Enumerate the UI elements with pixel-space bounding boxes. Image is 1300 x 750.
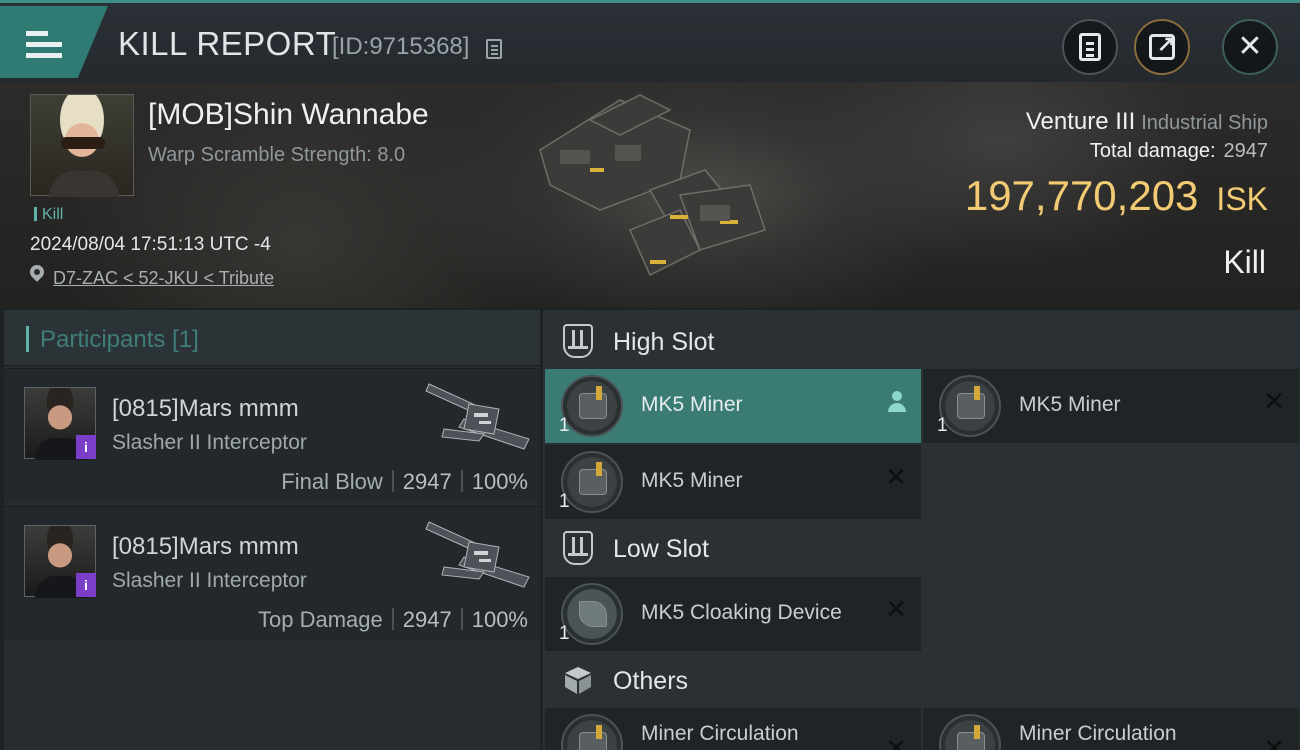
module-item[interactable]: 1 MK5 Miner ✕ (545, 445, 921, 519)
report-id: [ID:9715368] (332, 33, 470, 60)
victim-ship-image (539, 94, 766, 277)
participant-row[interactable]: i [0815]Mars mmm Slasher II Interceptor … (4, 368, 540, 502)
menu-button[interactable] (0, 6, 108, 78)
isk-loss: 197,770,203 ISK (965, 172, 1268, 220)
participants-title: Participants [1] (40, 326, 199, 353)
corp-badge-icon: i (76, 435, 96, 459)
module-name: MK5 Miner (641, 469, 743, 492)
kill-timestamp: 2024/08/04 17:51:13 UTC -4 (30, 234, 271, 255)
share-button[interactable] (1134, 19, 1190, 75)
participants-header: Participants [1] (4, 310, 540, 366)
hamburger-icon[interactable] (26, 31, 62, 61)
module-name: MK5 Miner (641, 393, 743, 416)
participant-role: Top Damage (258, 607, 383, 632)
report-button[interactable] (1062, 19, 1118, 75)
victim-summary: [MOB]Shin Wannabe Warp Scramble Strength… (0, 82, 1300, 308)
close-icon: ✕ (1237, 29, 1263, 64)
participant-damage: 2947 (402, 469, 452, 494)
x-icon: ✕ (885, 595, 907, 625)
module-name: MK5 Cloaking Device (641, 601, 842, 624)
high-slot-title: High Slot (613, 328, 715, 356)
module-name: Miner Circulation (1019, 722, 1177, 745)
participant-stats: Top Damage 2947 100% (258, 607, 528, 633)
participant-percent: 100% (471, 607, 528, 632)
participant-ship-image (425, 521, 530, 588)
corp-badge-icon: i (76, 573, 96, 597)
others-title: Others (613, 667, 689, 695)
person-icon (887, 391, 907, 413)
module-quantity: 1 (937, 415, 948, 436)
close-button[interactable]: ✕ (1222, 19, 1278, 75)
miner-module-icon (561, 375, 623, 437)
location-pin-icon (30, 265, 44, 283)
ship-name[interactable]: Venture III (1026, 108, 1135, 135)
victim-name[interactable]: [MOB]Shin Wannabe (148, 98, 429, 132)
victim-avatar[interactable] (30, 94, 134, 197)
low-slot-title: Low Slot (613, 535, 709, 563)
module-item[interactable]: 1 MK5 Miner (545, 369, 921, 443)
participants-panel: Participants [1] i [0815]Mars mmm Slashe… (4, 310, 540, 750)
participant-row[interactable]: i [0815]Mars mmm Slasher II Interceptor … (4, 506, 540, 640)
top-bar: KILL REPORT [ID:9715368] ✕ (0, 0, 1300, 82)
x-icon: ✕ (1263, 387, 1285, 417)
others-header: Others (543, 651, 1300, 709)
participant-ship: Slasher II Interceptor (112, 431, 307, 454)
high-slot-icon (563, 324, 593, 358)
module-name: Miner Circulation (641, 722, 799, 745)
module-item[interactable]: 1 MK5 Cloaking Device ✕ (545, 577, 921, 651)
low-slot-icon (563, 531, 593, 565)
module-quantity: 1 (559, 623, 570, 644)
miner-module-icon (939, 714, 1001, 750)
result-label: Kill (1223, 244, 1266, 280)
location-link[interactable]: D7-ZAC < 52-JKU < Tribute (53, 268, 274, 289)
ship-info: Venture III Industrial Ship (1026, 108, 1268, 136)
participant-ship: Slasher II Interceptor (112, 569, 307, 592)
participant-name: [0815]Mars mmm (112, 533, 299, 560)
isk-unit: ISK (1216, 181, 1268, 217)
cloaking-device-icon (561, 583, 623, 645)
total-damage: Total damage: 2947 (1090, 140, 1268, 163)
module-name: MK5 Miner (1019, 393, 1121, 416)
miner-module-icon (561, 451, 623, 513)
copy-icon[interactable] (486, 39, 502, 59)
module-quantity: 1 (559, 491, 570, 512)
participant-stats: Final Blow 2947 100% (281, 469, 528, 495)
kill-tag: Kill (34, 206, 63, 224)
participant-percent: 100% (471, 469, 528, 494)
participant-damage: 2947 (402, 607, 452, 632)
x-icon: ✕ (885, 734, 907, 750)
participant-name: [0815]Mars mmm (112, 395, 299, 422)
page-title: KILL REPORT (118, 25, 337, 62)
cube-icon (565, 667, 591, 694)
miner-module-icon (561, 714, 623, 750)
x-icon: ✕ (885, 463, 907, 493)
participant-ship-image (425, 383, 530, 450)
total-damage-label: Total damage: (1089, 140, 1216, 162)
module-item[interactable]: 1 MK5 Miner ✕ (923, 369, 1299, 443)
low-slot-header: Low Slot (543, 519, 1300, 577)
fitting-panel: High Slot 1 MK5 Miner 1 MK5 Miner ✕ 1 MK… (543, 310, 1300, 750)
module-item[interactable]: Miner Circulation ✕ (923, 708, 1299, 750)
share-icon (1149, 31, 1175, 60)
document-icon (1079, 33, 1101, 61)
x-icon: ✕ (1263, 734, 1285, 750)
miner-module-icon (939, 375, 1001, 437)
isk-value: 197,770,203 (964, 172, 1199, 219)
total-damage-value: 2947 (1223, 140, 1269, 162)
high-slot-header: High Slot (543, 312, 1300, 370)
ship-class: Industrial Ship (1141, 112, 1268, 134)
module-item[interactable]: Miner Circulation ✕ (545, 708, 921, 750)
module-quantity: 1 (559, 415, 570, 436)
warp-scramble-strength: Warp Scramble Strength: 8.0 (148, 144, 406, 166)
participant-role: Final Blow (281, 469, 383, 494)
